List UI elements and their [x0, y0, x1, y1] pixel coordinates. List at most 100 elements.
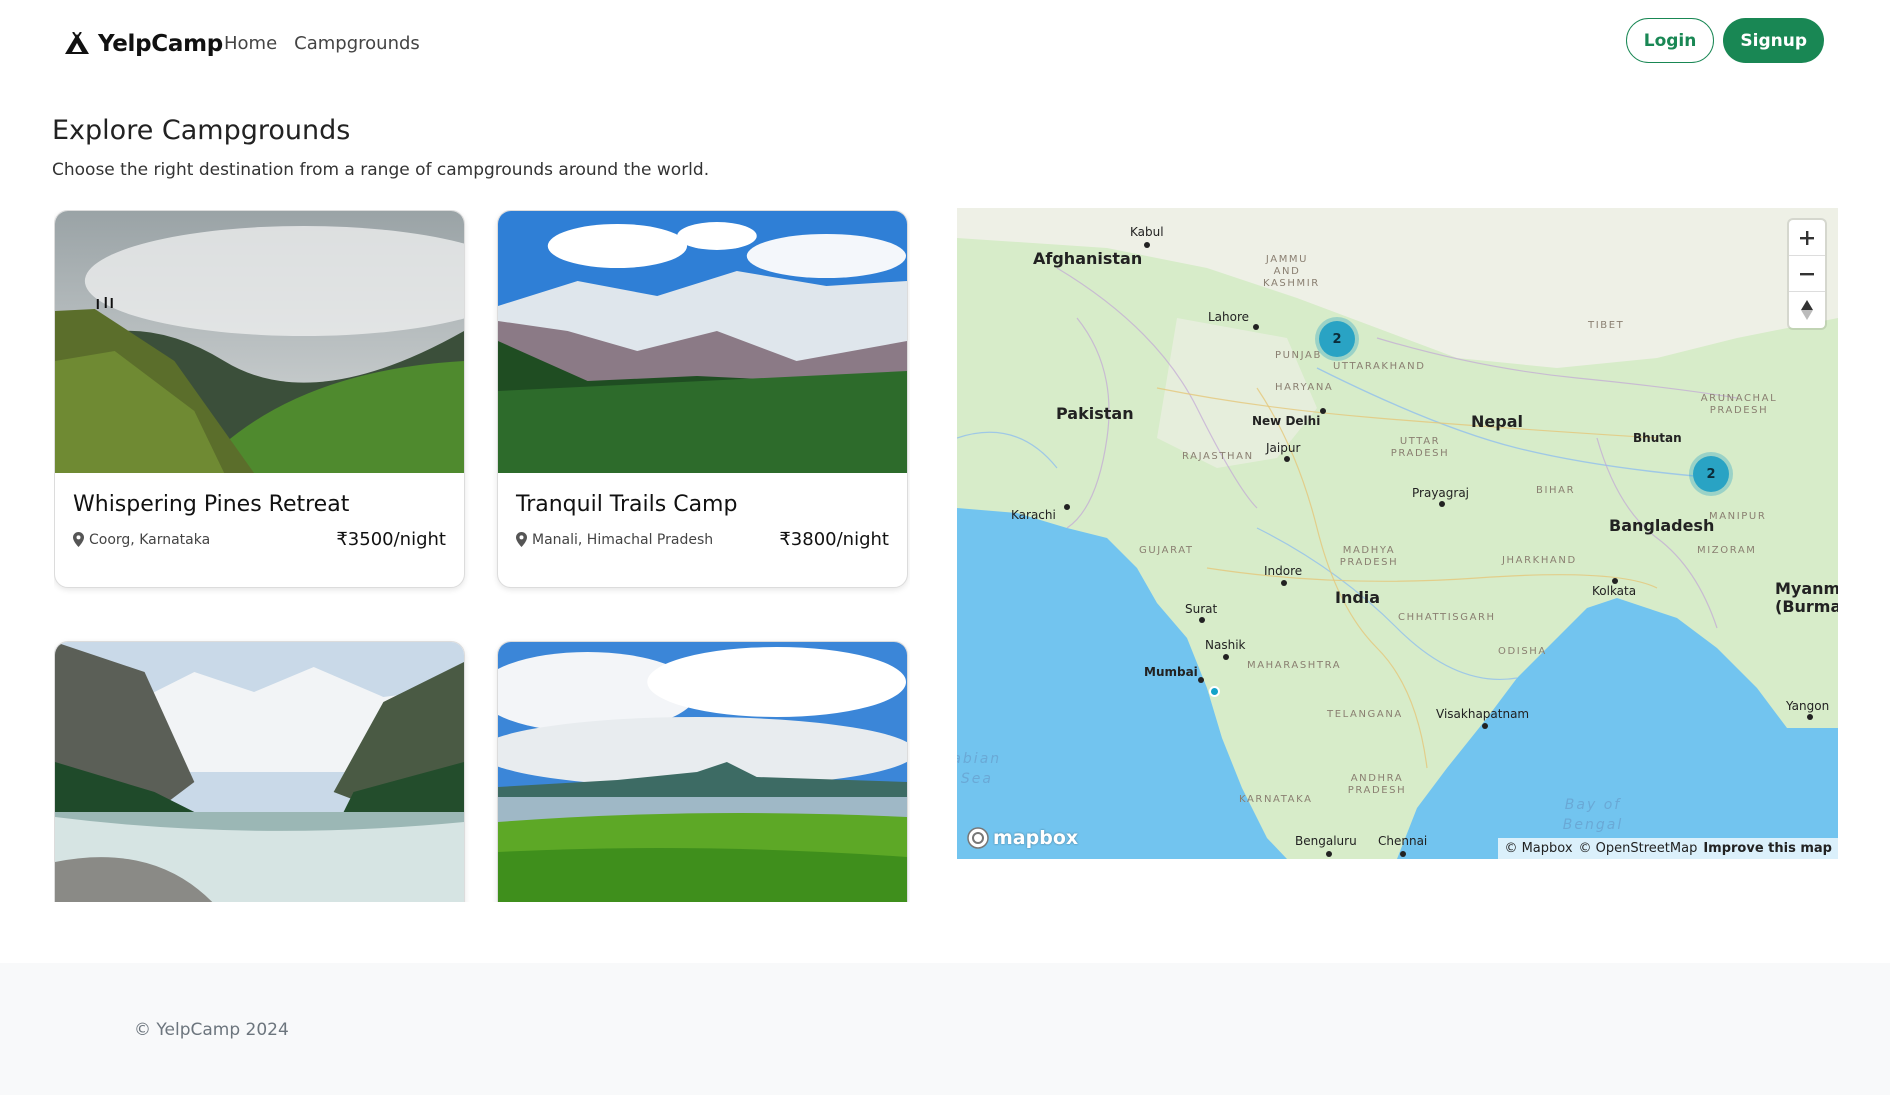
improve-map-link[interactable]: Improve this map: [1703, 841, 1832, 856]
city-label: Kabul: [1130, 225, 1164, 239]
city-label: Bengaluru: [1295, 834, 1357, 848]
mapbox-attribution-link[interactable]: © Mapbox: [1504, 841, 1572, 856]
city-label: Prayagraj: [1412, 486, 1470, 500]
city-label: Visakhapatnam: [1436, 707, 1530, 721]
campground-price: ₹3500/night: [336, 529, 446, 550]
region-label: Odisha: [1498, 646, 1547, 657]
city-marker: [1223, 654, 1229, 660]
campground-map-marker[interactable]: [1209, 686, 1220, 697]
country-label: Nepal: [1471, 412, 1523, 431]
campground-location-text: Coorg, Karnataka: [89, 531, 211, 548]
region-label: Haryana: [1275, 382, 1334, 393]
campground-title: Whispering Pines Retreat: [73, 492, 350, 517]
nav-home-link[interactable]: Home: [224, 33, 277, 54]
region-label: Arunachal Pradesh: [1700, 393, 1778, 416]
compass-icon: [1801, 300, 1813, 320]
city-marker: [1439, 501, 1445, 507]
page-subtitle: Choose the right destination from a rang…: [52, 160, 710, 180]
campground-location: Coorg, Karnataka: [73, 532, 210, 548]
region-label: Jammu and Kashmir: [1263, 254, 1320, 289]
footer-copyright: © YelpCamp 2024: [134, 1020, 289, 1040]
region-label: Jharkhand: [1502, 555, 1577, 566]
country-label: Pakistan: [1056, 404, 1134, 423]
region-label: Tibet: [1588, 320, 1625, 331]
city-marker: [1807, 714, 1813, 720]
map-cluster[interactable]: 2: [1693, 456, 1729, 492]
region-label: Rajasthan: [1182, 451, 1254, 462]
water-label: Arabian Sea: [957, 751, 1002, 787]
footer: © YelpCamp 2024: [0, 963, 1890, 1095]
city-marker: [1064, 504, 1070, 510]
campground-list: Whispering Pines Retreat Coorg, Karnatak…: [54, 210, 910, 902]
city-label: Surat: [1185, 602, 1218, 616]
page-title: Explore Campgrounds: [52, 115, 351, 146]
city-label: Kolkata: [1592, 584, 1637, 598]
nav-links: Home Campgrounds: [224, 33, 420, 54]
mapbox-logo-text: mapbox: [993, 827, 1079, 849]
navbar: YelpCamp Home Campgrounds Login Signup: [0, 0, 1890, 90]
campfire-tent-icon: [64, 32, 90, 56]
campground-card[interactable]: [54, 641, 465, 902]
map-pin-icon: [73, 532, 84, 547]
campground-image: [55, 211, 464, 473]
city-marker: [1253, 324, 1259, 330]
region-label: Mizoram: [1697, 545, 1757, 556]
nav-campgrounds-link[interactable]: Campgrounds: [294, 33, 420, 54]
country-label: Myanmar (Burma): [1775, 579, 1838, 616]
campground-image: [498, 211, 907, 473]
city-marker: [1144, 242, 1150, 248]
region-label: Maharashtra: [1247, 660, 1342, 671]
campground-title: Tranquil Trails Camp: [516, 492, 738, 517]
map-zoom-controls: [1789, 220, 1825, 328]
city-label: Karachi: [1011, 508, 1056, 522]
mapbox-logo[interactable]: mapbox: [966, 826, 1078, 850]
map-cluster[interactable]: 2: [1319, 321, 1355, 357]
country-label: Bhutan: [1633, 431, 1682, 445]
city-label: New Delhi: [1252, 414, 1321, 428]
water-label: Bay of Bengal: [1562, 797, 1624, 833]
campground-location: Manali, Himachal Pradesh: [516, 532, 713, 548]
region-label: Madhya Pradesh: [1339, 545, 1399, 568]
campground-card[interactable]: Whispering Pines Retreat Coorg, Karnatak…: [54, 210, 465, 588]
region-label: Uttar Pradesh: [1390, 436, 1450, 459]
campground-map[interactable]: Afghanistan Pakistan Nepal Bhutan Bangla…: [957, 208, 1838, 859]
campground-card[interactable]: Tranquil Trails Camp Manali, Himachal Pr…: [497, 210, 908, 588]
city-marker: [1199, 617, 1205, 623]
campground-image: [55, 642, 464, 902]
auth-buttons: Login Signup: [1625, 18, 1824, 63]
reset-bearing-button[interactable]: [1789, 292, 1825, 328]
map-pin-icon: [516, 532, 527, 547]
zoom-in-button[interactable]: [1789, 220, 1825, 256]
brand-name: YelpCamp: [98, 31, 223, 57]
city-label: Indore: [1264, 564, 1303, 578]
campground-image: [498, 642, 907, 902]
signup-button[interactable]: Signup: [1723, 18, 1824, 63]
campground-price: ₹3800/night: [779, 529, 889, 550]
region-label: Manipur: [1709, 511, 1767, 522]
region-label: Karnataka: [1239, 794, 1313, 805]
city-marker: [1198, 677, 1204, 683]
region-label: Telangana: [1327, 709, 1403, 720]
country-label: India: [1335, 588, 1381, 607]
city-marker: [1326, 851, 1332, 857]
region-label: Bihar: [1536, 485, 1576, 496]
plus-icon: [1800, 230, 1814, 245]
city-marker: [1284, 456, 1290, 462]
login-button[interactable]: Login: [1625, 18, 1715, 63]
region-label: Chhattisgarh: [1398, 612, 1496, 623]
osm-attribution-link[interactable]: © OpenStreetMap: [1579, 841, 1698, 856]
city-marker: [1400, 851, 1406, 857]
city-label: Chennai: [1378, 834, 1428, 848]
brand-link[interactable]: YelpCamp: [64, 31, 223, 57]
city-label: Mumbai: [1144, 665, 1198, 679]
minus-icon: [1800, 272, 1814, 275]
city-marker: [1482, 723, 1488, 729]
country-label: Bangladesh: [1609, 516, 1715, 535]
region-label: Uttarakhand: [1333, 361, 1426, 372]
city-label: Nashik: [1205, 638, 1246, 652]
zoom-out-button[interactable]: [1789, 256, 1825, 292]
campground-card[interactable]: [497, 641, 908, 902]
city-marker: [1320, 408, 1326, 414]
region-label: Gujarat: [1139, 545, 1194, 556]
region-label: Punjab: [1275, 350, 1322, 361]
